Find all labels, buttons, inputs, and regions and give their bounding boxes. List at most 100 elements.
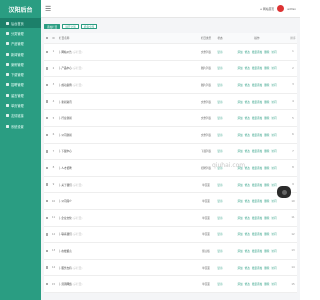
select-all-checkbox[interactable] <box>45 36 49 40</box>
row-add-link[interactable]: 添加 <box>237 149 242 153</box>
row-delete-link[interactable]: 删除 <box>264 116 269 120</box>
row-status-badge[interactable]: 显示 <box>217 134 222 137</box>
user-label[interactable]: admin <box>287 7 296 11</box>
row-status-badge[interactable]: 显示 <box>217 267 222 270</box>
row-batch-link[interactable]: 批量添加 <box>252 149 262 153</box>
row-visit-link[interactable]: 访问 <box>271 232 276 236</box>
row-batch-link[interactable]: 批量添加 <box>252 232 262 236</box>
row-add-link[interactable]: 添加 <box>237 100 242 104</box>
row-add-link[interactable]: 添加 <box>237 83 242 87</box>
row-status-badge[interactable]: 显示 <box>217 67 222 70</box>
row-batch-link[interactable]: 批量添加 <box>252 133 262 137</box>
row-edit-link[interactable]: 修改 <box>245 266 250 270</box>
row-visit-link[interactable]: 访问 <box>271 183 276 187</box>
row-delete-link[interactable]: 删除 <box>264 149 269 153</box>
row-add-link[interactable]: 添加 <box>237 266 242 270</box>
sidebar-item[interactable]: 留言管理 <box>0 90 41 100</box>
row-edit-link[interactable]: 修改 <box>245 183 250 187</box>
row-batch-link[interactable]: 批量添加 <box>252 83 262 87</box>
sidebar-item[interactable]: 系统设置 <box>0 121 41 131</box>
row-visit-link[interactable]: 访问 <box>271 282 276 286</box>
row-visit-link[interactable]: 访问 <box>271 199 276 203</box>
home-link[interactable]: ⌂ 网站首页 <box>260 7 274 11</box>
row-edit-link[interactable]: 修改 <box>245 149 250 153</box>
row-add-link[interactable]: 添加 <box>237 216 242 220</box>
add-category-button[interactable]: 添加栏目 <box>44 24 61 29</box>
row-edit-link[interactable]: 修改 <box>245 166 250 170</box>
row-add-link[interactable]: 添加 <box>237 66 242 70</box>
row-add-link[interactable]: 添加 <box>237 249 242 253</box>
sidebar-item[interactable]: 友情链接 <box>0 111 41 121</box>
expand-all-button[interactable]: 展开全部 <box>62 24 79 29</box>
row-status-badge[interactable]: 显示 <box>217 233 222 236</box>
hamburger-icon[interactable]: ☰ <box>45 5 51 13</box>
row-add-link[interactable]: 添加 <box>237 50 242 54</box>
row-delete-link[interactable]: 删除 <box>264 100 269 104</box>
row-delete-link[interactable]: 删除 <box>264 216 269 220</box>
row-add-link[interactable]: 添加 <box>237 232 242 236</box>
row-batch-link[interactable]: 批量添加 <box>252 282 262 286</box>
row-batch-link[interactable]: 批量添加 <box>252 116 262 120</box>
row-status-badge[interactable]: 显示 <box>217 150 222 153</box>
row-edit-link[interactable]: 修改 <box>245 66 250 70</box>
row-checkbox[interactable] <box>45 166 49 170</box>
row-status-badge[interactable]: 显示 <box>217 184 222 187</box>
row-batch-link[interactable]: 批量添加 <box>252 216 262 220</box>
row-checkbox[interactable] <box>45 116 49 120</box>
row-edit-link[interactable]: 修改 <box>245 216 250 220</box>
row-visit-link[interactable]: 访问 <box>271 100 276 104</box>
row-checkbox[interactable] <box>45 150 49 153</box>
row-delete-link[interactable]: 删除 <box>264 166 269 170</box>
row-edit-link[interactable]: 修改 <box>245 282 250 286</box>
row-checkbox[interactable] <box>45 183 49 186</box>
sidebar-item[interactable]: 分类管理 <box>0 28 41 38</box>
sidebar-item[interactable]: 案例管理 <box>0 59 41 69</box>
row-add-link[interactable]: 添加 <box>237 116 242 120</box>
row-batch-link[interactable]: 批量添加 <box>252 199 262 203</box>
row-checkbox[interactable] <box>45 282 49 286</box>
row-delete-link[interactable]: 删除 <box>264 199 269 203</box>
row-visit-link[interactable]: 访问 <box>271 133 276 137</box>
sidebar-item[interactable]: 后台首页 <box>0 18 41 29</box>
row-delete-link[interactable]: 删除 <box>264 266 269 270</box>
row-status-badge[interactable]: 显示 <box>217 217 222 220</box>
sidebar-item[interactable]: 产品管理 <box>0 39 41 49</box>
row-edit-link[interactable]: 修改 <box>245 199 250 203</box>
row-edit-link[interactable]: 修改 <box>245 100 250 104</box>
row-visit-link[interactable]: 访问 <box>271 166 276 170</box>
row-edit-link[interactable]: 修改 <box>245 83 250 87</box>
row-visit-link[interactable]: 访问 <box>271 249 276 253</box>
chat-icon[interactable] <box>277 186 291 198</box>
row-visit-link[interactable]: 访问 <box>271 216 276 220</box>
row-checkbox[interactable] <box>45 50 49 53</box>
row-batch-link[interactable]: 批量添加 <box>252 166 262 170</box>
row-checkbox[interactable] <box>45 133 49 136</box>
row-edit-link[interactable]: 修改 <box>245 133 250 137</box>
row-visit-link[interactable]: 访问 <box>271 50 276 54</box>
row-edit-link[interactable]: 修改 <box>245 232 250 236</box>
row-checkbox[interactable] <box>45 83 49 87</box>
row-batch-link[interactable]: 批量添加 <box>252 100 262 104</box>
row-checkbox[interactable] <box>45 199 49 203</box>
row-delete-link[interactable]: 删除 <box>264 183 269 187</box>
row-checkbox[interactable] <box>45 216 49 219</box>
row-delete-link[interactable]: 删除 <box>264 232 269 236</box>
row-delete-link[interactable]: 删除 <box>264 50 269 54</box>
row-add-link[interactable]: 添加 <box>237 199 242 203</box>
sidebar-item[interactable]: 单页管理 <box>0 100 41 110</box>
row-status-badge[interactable]: 显示 <box>217 283 222 286</box>
row-status-badge[interactable]: 显示 <box>217 117 222 120</box>
sidebar-item[interactable]: 招聘管理 <box>0 80 41 90</box>
row-checkbox[interactable] <box>45 67 49 70</box>
collapse-all-button[interactable]: 折叠全部 <box>80 24 98 29</box>
row-delete-link[interactable]: 删除 <box>264 66 269 70</box>
row-edit-link[interactable]: 修改 <box>245 116 250 120</box>
row-checkbox[interactable] <box>45 100 49 103</box>
row-status-badge[interactable]: 显示 <box>217 84 222 87</box>
row-checkbox[interactable] <box>45 233 49 236</box>
sidebar-item[interactable]: 新闻管理 <box>0 49 41 59</box>
row-visit-link[interactable]: 访问 <box>271 66 276 70</box>
row-delete-link[interactable]: 删除 <box>264 83 269 87</box>
row-visit-link[interactable]: 访问 <box>271 149 276 153</box>
row-delete-link[interactable]: 删除 <box>264 133 269 137</box>
